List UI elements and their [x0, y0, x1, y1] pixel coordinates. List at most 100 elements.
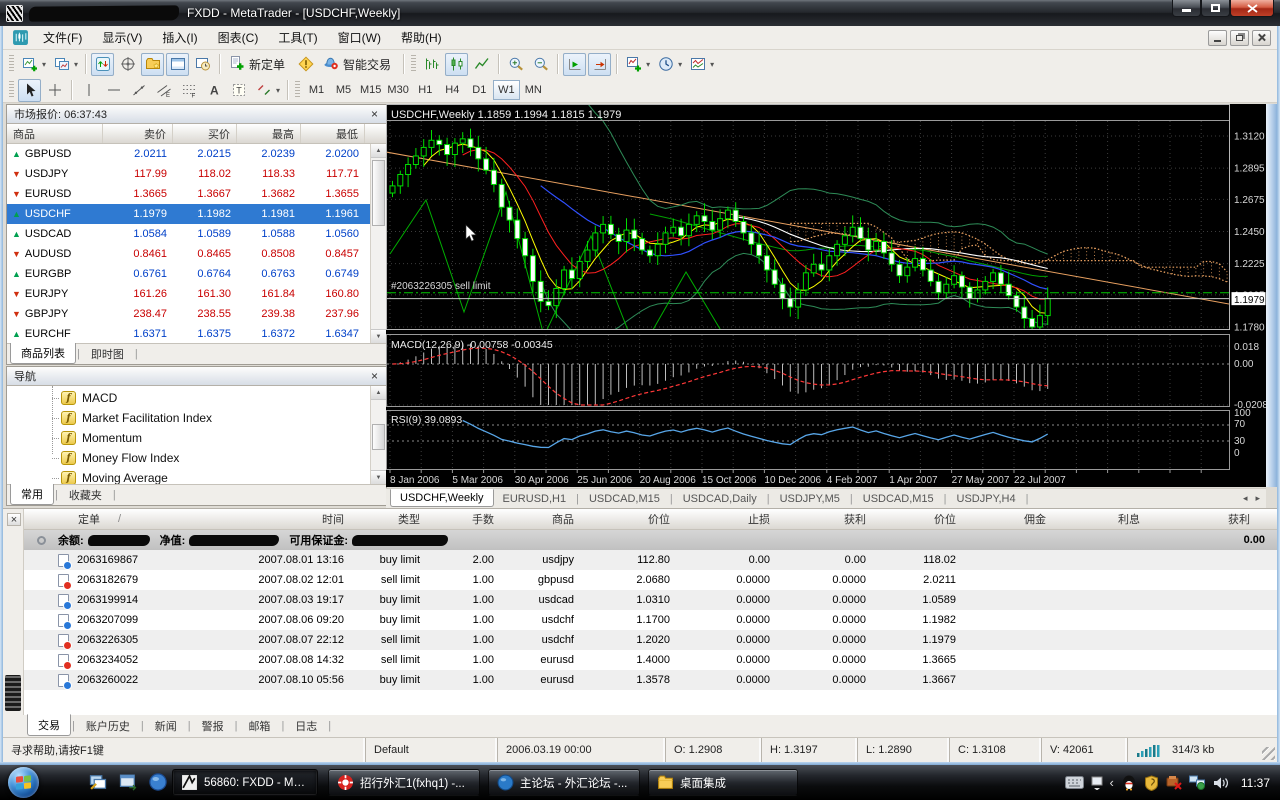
trendline-button[interactable]	[127, 79, 150, 102]
candlestick-chart-button[interactable]	[445, 53, 468, 76]
market-watch-toggle[interactable]	[91, 53, 114, 76]
timeframe-d1-button[interactable]: D1	[466, 80, 493, 100]
sort-indicator[interactable]: /	[118, 513, 121, 525]
toolbar-drag-handle[interactable]	[295, 81, 300, 99]
order-row-2063199914[interactable]: 20631999142007.08.03 19:17buy limit1.00u…	[24, 590, 1277, 610]
qq-messenger-icon[interactable]	[1121, 774, 1137, 791]
market-watch-row-eurusd[interactable]: ▼EURUSD1.36651.36671.36821.3655	[7, 184, 371, 204]
market-watch-col-2[interactable]: 买价	[173, 124, 237, 143]
order-row-2063234052[interactable]: 20632340522007.08.08 14:32sell limit1.00…	[24, 650, 1277, 670]
navigator-item-macd[interactable]: fMACD	[7, 388, 386, 408]
line-chart-button[interactable]	[470, 53, 493, 76]
mdi-close-button[interactable]	[1252, 30, 1271, 46]
taskbar-button-0[interactable]: 56860: FXDD - Me...	[172, 769, 318, 796]
menu-item-6[interactable]: 帮助(H)	[391, 26, 452, 49]
timeframe-h4-button[interactable]: H4	[439, 80, 466, 100]
market-watch-col-1[interactable]: 卖价	[103, 124, 173, 143]
language-bar-icon[interactable]	[1091, 776, 1103, 790]
keyboard-icon[interactable]	[1065, 776, 1084, 789]
timeframe-w1-button[interactable]: W1	[493, 80, 520, 100]
chart-shift-toggle[interactable]	[588, 53, 611, 76]
market-watch-row-usdcad[interactable]: ▲USDCAD1.05841.05891.05881.0560	[7, 224, 371, 244]
navigator-tab-1[interactable]: 收藏夹	[59, 485, 112, 505]
chevron-down-icon[interactable]: ▾	[710, 60, 714, 69]
scrollbar-thumb[interactable]	[372, 160, 385, 226]
network-icon[interactable]	[1189, 775, 1206, 790]
security-shield-icon[interactable]	[1144, 775, 1159, 791]
disconnected-device-icon[interactable]	[1166, 775, 1182, 790]
market-watch-row-usdjpy[interactable]: ▼USDJPY117.99118.02118.33117.71	[7, 164, 371, 184]
equidistant-channel-button[interactable]: E	[152, 79, 175, 102]
horizontal-line-button[interactable]	[102, 79, 125, 102]
market-watch-col-3[interactable]: 最高	[237, 124, 301, 143]
arrows-tool-button[interactable]	[252, 79, 275, 102]
cursor-tool-button[interactable]	[18, 79, 41, 102]
market-watch-row-gbpjpy[interactable]: ▼GBPJPY238.47238.55239.38237.96	[7, 304, 371, 324]
navigator-titlebar[interactable]: 导航 ×	[7, 367, 386, 386]
timeframe-m5-button[interactable]: M5	[330, 80, 357, 100]
navigator-item-money-flow-index[interactable]: fMoney Flow Index	[7, 448, 386, 468]
timeframe-m15-button[interactable]: M15	[357, 80, 384, 100]
mdi-minimize-button[interactable]	[1208, 30, 1227, 46]
resize-grip[interactable]	[1262, 747, 1275, 760]
terminal-tab-0[interactable]: 交易	[27, 714, 71, 736]
market-watch-row-eurgbp[interactable]: ▲EURGBP0.67610.67640.67630.6749	[7, 264, 371, 284]
market-watch-row-gbpusd[interactable]: ▲GBPUSD2.02112.02152.02392.0200	[7, 144, 371, 164]
chevron-down-icon[interactable]: ▾	[678, 60, 682, 69]
orders-header-col-8[interactable]: 价位	[874, 511, 964, 527]
crosshair-tool-button[interactable]	[43, 79, 66, 102]
market-watch-tab-1[interactable]: 即时图	[81, 344, 134, 364]
terminal-tab-4[interactable]: 邮箱	[238, 716, 280, 736]
menu-item-1[interactable]: 显示(V)	[92, 26, 152, 49]
timeframe-m1-button[interactable]: M1	[303, 80, 330, 100]
menu-item-4[interactable]: 工具(T)	[268, 26, 327, 49]
taskbar-button-3[interactable]: 桌面集成	[648, 769, 798, 796]
navigator-toggle[interactable]	[141, 53, 164, 76]
zoom-in-button[interactable]	[504, 53, 527, 76]
data-window-button[interactable]	[116, 53, 139, 76]
maximize-button[interactable]	[1201, 0, 1230, 17]
navigator-item-moving-average[interactable]: fMoving Average	[7, 468, 386, 484]
menu-item-0[interactable]: 文件(F)	[33, 26, 92, 49]
taskbar-button-2[interactable]: 主论坛 - 外汇论坛 -...	[488, 769, 640, 796]
terminal-tab-2[interactable]: 新闻	[145, 716, 187, 736]
toolbar-drag-handle[interactable]	[411, 55, 416, 73]
show-desktop-icon[interactable]	[88, 772, 108, 792]
terminal-close-button[interactable]: ×	[7, 513, 21, 526]
expert-advisors-button[interactable]: 智能交易	[319, 53, 398, 76]
bar-chart-button[interactable]	[420, 53, 443, 76]
orders-header-col-5[interactable]: 价位	[582, 511, 678, 527]
minimize-button[interactable]	[1172, 0, 1201, 17]
navigator-item-momentum[interactable]: fMomentum	[7, 428, 386, 448]
strategy-tester-button[interactable]	[191, 53, 214, 76]
chevron-down-icon[interactable]: ▾	[42, 60, 46, 69]
taskbar-clock[interactable]: 11:37	[1241, 776, 1270, 790]
orders-header-col-1[interactable]: 时间	[152, 511, 352, 527]
profiles-button[interactable]	[50, 53, 73, 76]
menu-item-5[interactable]: 窗口(W)	[328, 26, 391, 49]
chart-tab-4[interactable]: USDJPY,M5	[771, 491, 849, 507]
market-watch-row-audusd[interactable]: ▼AUDUSD0.84610.84650.85080.8457	[7, 244, 371, 264]
scrollbar-thumb[interactable]	[372, 424, 385, 450]
chevron-down-icon[interactable]: ▾	[646, 60, 650, 69]
indicators-button[interactable]	[622, 53, 645, 76]
text-tool-button[interactable]: A	[202, 79, 225, 102]
navigator-tab-0[interactable]: 常用	[10, 483, 54, 505]
toolbar-drag-handle[interactable]	[9, 55, 14, 73]
orders-header-col-9[interactable]: 佣金	[964, 511, 1054, 527]
new-chart-button[interactable]	[18, 53, 41, 76]
market-watch-tab-0[interactable]: 商品列表	[10, 342, 76, 364]
start-button[interactable]	[8, 767, 39, 798]
status-profile[interactable]: Default	[365, 738, 497, 762]
chart-tab-3[interactable]: USDCAD,Daily	[674, 491, 766, 507]
vertical-line-button[interactable]	[77, 79, 100, 102]
market-watch-col-4[interactable]: 最低	[301, 124, 365, 143]
market-watch-row-eurjpy[interactable]: ▼EURJPY161.26161.30161.84160.80	[7, 284, 371, 304]
order-row-2063182679[interactable]: 20631826792007.08.02 12:01sell limit1.00…	[24, 570, 1277, 590]
navigator-close-button[interactable]: ×	[367, 369, 382, 383]
periods-button[interactable]	[654, 53, 677, 76]
orders-header-col-7[interactable]: 获利	[778, 511, 874, 527]
templates-button[interactable]	[686, 53, 709, 76]
tray-expand-icon[interactable]: ‹	[1110, 775, 1114, 790]
volume-icon[interactable]	[1213, 776, 1229, 790]
